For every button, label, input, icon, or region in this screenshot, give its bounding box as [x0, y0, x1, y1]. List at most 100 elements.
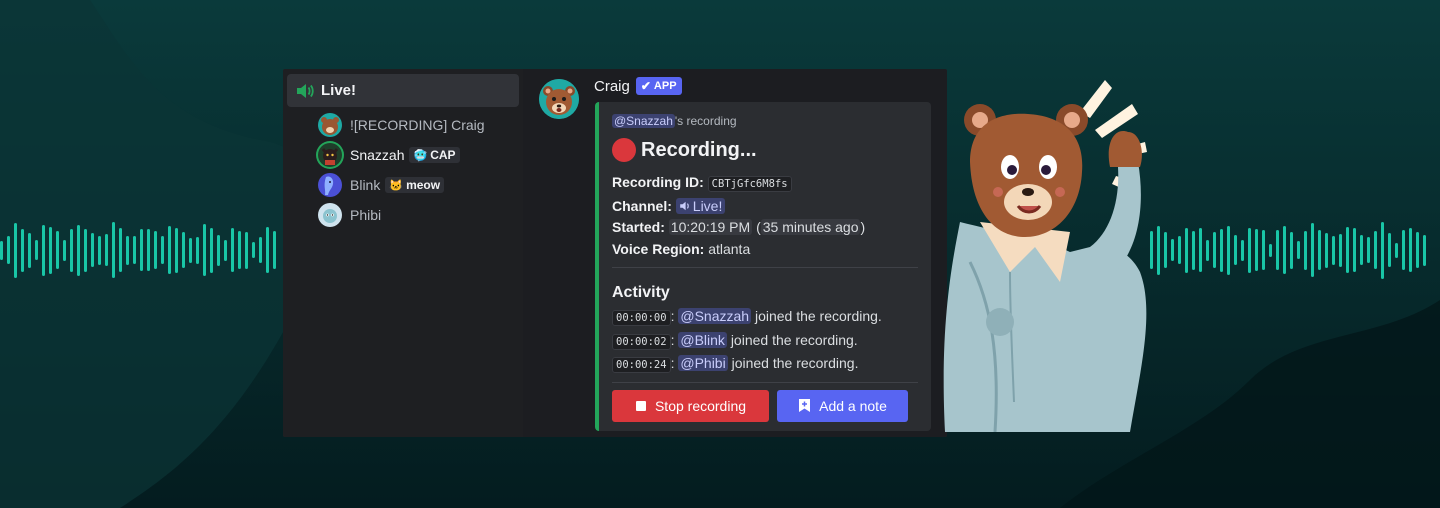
voice-channel-name: Live!: [321, 82, 357, 99]
waveform-bar: [245, 231, 248, 269]
avatar: [318, 173, 342, 197]
message-author: Craig ✔ APP: [594, 77, 682, 95]
waveform-bar: [1353, 228, 1356, 272]
member-craig[interactable]: ![RECORDING] Craig: [318, 110, 519, 140]
waveform-bar: [98, 235, 101, 265]
waveform-bar: [1248, 227, 1251, 273]
member-blink[interactable]: Blink 🐱 meow: [318, 170, 519, 200]
member-tag: 🐱 meow: [385, 177, 445, 193]
waveform-bar: [1199, 228, 1202, 272]
waveform-bar: [1255, 229, 1258, 271]
avatar: [318, 113, 342, 137]
waveform-bar: [1220, 228, 1223, 272]
voice-channel-live[interactable]: Live!: [287, 74, 519, 107]
channel-mention[interactable]: Live!: [675, 197, 726, 214]
user-mention[interactable]: @Phibi: [678, 355, 728, 371]
waveform-bar: [1360, 235, 1363, 265]
user-mention[interactable]: @Snazzah: [678, 308, 752, 324]
waveform-bar: [259, 237, 262, 263]
waveform-bar: [56, 231, 59, 269]
waveform-bar: [224, 239, 227, 261]
field-recording-id: Recording ID: CBTjGfc6M8fs: [612, 172, 918, 196]
stop-recording-button[interactable]: Stop recording: [612, 389, 769, 422]
craig-avatar[interactable]: [539, 79, 579, 119]
waveform-bar: [1290, 231, 1293, 269]
waveform-bar: [42, 224, 45, 276]
user-mention[interactable]: @Blink: [678, 331, 727, 348]
divider: [612, 381, 918, 383]
cold-face-icon: 🥶: [413, 149, 428, 162]
waveform-bar: [1178, 236, 1181, 264]
activity-time: 00:00:24: [612, 357, 671, 373]
waveform-bar: [1367, 237, 1370, 263]
speaker-icon: [297, 83, 314, 98]
started-timestamp[interactable]: 10:20:19 PM: [668, 219, 753, 235]
field-voice-region: Voice Region: atlanta: [612, 240, 751, 257]
waveform-bar: [203, 224, 206, 276]
waveform-bar: [91, 233, 94, 267]
waveform-bar: [1311, 223, 1314, 277]
waveform-bar: [84, 228, 87, 272]
waveform-bar: [238, 231, 241, 269]
waveform-bar: [1269, 243, 1272, 257]
started-relative[interactable]: 35 minutes ago: [760, 219, 861, 235]
recording-embed: @Snazzah's recording Recording... Record…: [595, 102, 931, 431]
action-buttons: Stop recording Add a note: [612, 389, 918, 422]
waveform-bar: [273, 231, 276, 269]
waveform-bar: [63, 239, 66, 261]
waveform-bar: [1276, 230, 1279, 270]
waveform-bar: [1395, 242, 1398, 258]
cat-icon: 🐱: [389, 179, 404, 192]
waveform-bar: [210, 227, 213, 273]
waveform-bar: [77, 224, 80, 276]
field-channel: Channel: Live!: [612, 196, 918, 218]
activity-time: 00:00:00: [612, 310, 671, 326]
waveform-bar: [1423, 234, 1426, 266]
waveform-bar: [168, 226, 171, 274]
waveform-bar: [1234, 235, 1237, 265]
waveform-bar: [182, 232, 185, 268]
divider: [612, 267, 918, 268]
add-note-button[interactable]: Add a note: [777, 389, 908, 422]
waveform-bar: [1402, 230, 1405, 270]
waveform-bar: [28, 232, 31, 268]
waveform-bar: [1381, 221, 1384, 279]
waveform-bar: [1262, 230, 1265, 270]
waveform-bar: [1297, 241, 1300, 259]
waveform-bar: [1416, 232, 1419, 268]
waveform-bar: [1283, 226, 1286, 274]
field-started: Started: 10:20:19 PM (35 minutes ago): [612, 219, 866, 235]
waveform-bar: [1346, 227, 1349, 273]
waveform-bar: [1409, 228, 1412, 272]
waveform-bar: [133, 236, 136, 264]
waveform-bar: [1171, 239, 1174, 261]
activity-entry: 00:00:02: @Blink joined the recording.: [612, 330, 918, 354]
waveform-bar: [1388, 233, 1391, 267]
discord-window: Live! ![RECORDING] Craig Snazzah 🥶 CAP B…: [283, 69, 947, 437]
recording-dot-icon: [612, 138, 636, 162]
activity-time: 00:00:02: [612, 333, 671, 350]
waveform-bar: [1339, 233, 1342, 267]
waveform-bar: [1241, 239, 1244, 261]
app-badge: ✔ APP: [635, 77, 682, 95]
user-mention[interactable]: @Snazzah: [612, 114, 675, 128]
waveform-bar: [266, 227, 269, 273]
waveform-bar: [1332, 235, 1335, 265]
activity-entry: 00:00:24: @Phibi joined the recording.: [612, 353, 918, 377]
waveform-bar: [70, 228, 73, 272]
member-name: ![RECORDING] Craig: [350, 117, 485, 133]
embed-fields: Recording ID: CBTjGfc6M8fs Channel: Live…: [612, 172, 918, 260]
member-phibi[interactable]: Phibi: [318, 200, 519, 230]
avatar: [318, 143, 342, 167]
waveform-bar: [35, 240, 38, 260]
member-name: Snazzah: [350, 147, 405, 163]
waveform-bar: [189, 237, 192, 263]
waveform-bar: [147, 229, 150, 271]
author-name[interactable]: Craig: [594, 78, 630, 95]
audio-waveform-right: [1150, 220, 1426, 280]
waveform-bar: [196, 236, 199, 264]
voice-channel-sidebar: Live! ![RECORDING] Craig Snazzah 🥶 CAP B…: [283, 69, 523, 437]
embed-author: @Snazzah's recording: [612, 114, 737, 128]
member-snazzah[interactable]: Snazzah 🥶 CAP: [318, 140, 519, 170]
waveform-bar: [0, 240, 3, 260]
